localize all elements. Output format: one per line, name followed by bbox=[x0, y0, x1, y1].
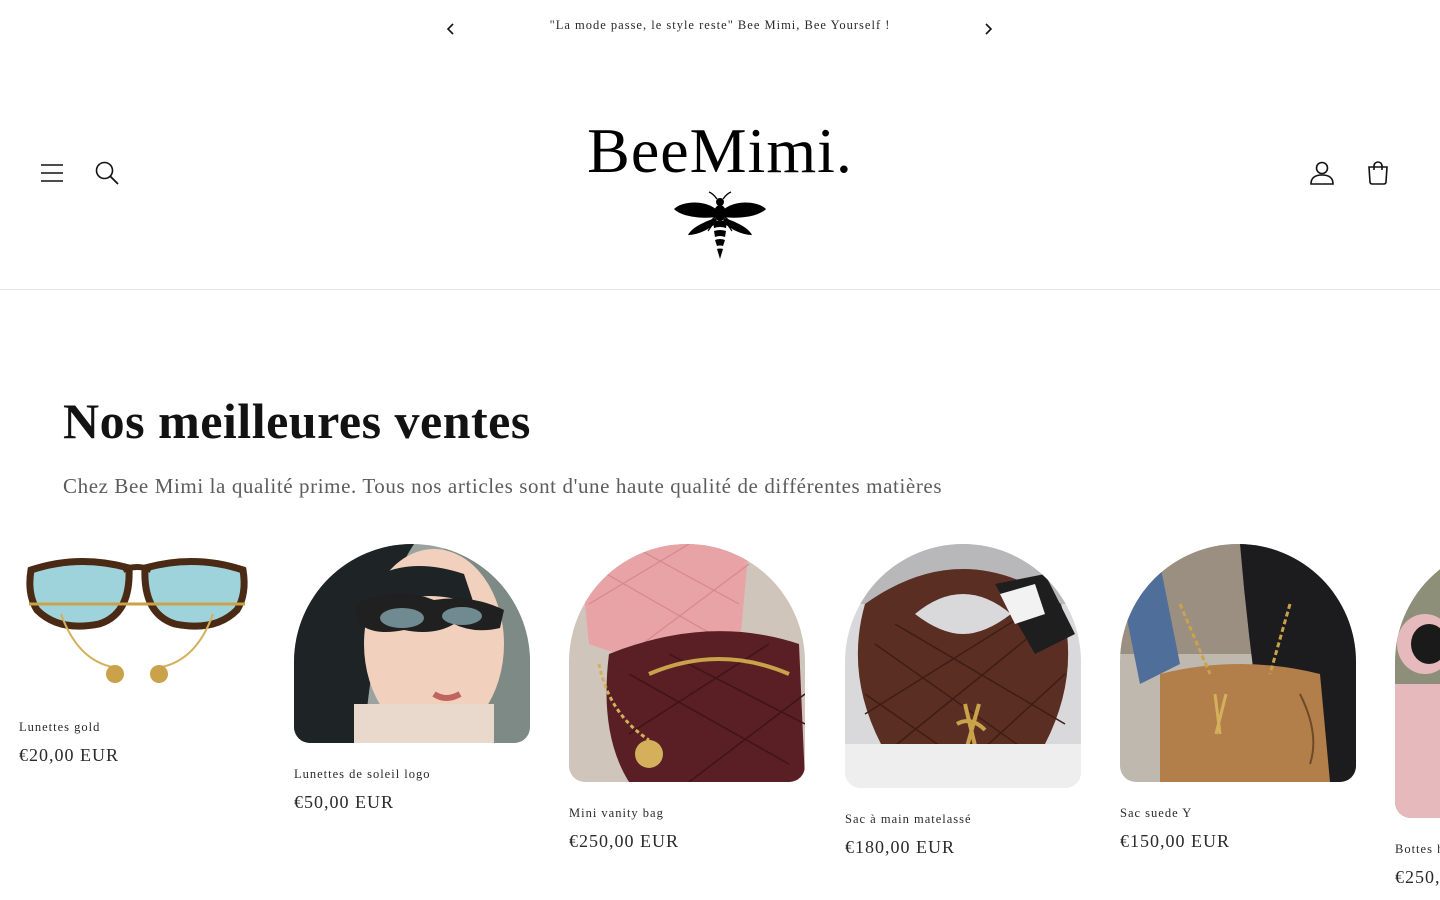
product-name[interactable]: Sac suede Y bbox=[1120, 806, 1356, 821]
product-card[interactable]: Mini vanity bag €250,00 EUR bbox=[569, 544, 805, 852]
product-price: €20,00 EUR bbox=[19, 745, 119, 765]
product-image[interactable] bbox=[294, 544, 530, 743]
product-name[interactable]: Lunettes gold bbox=[19, 720, 255, 735]
user-icon bbox=[1310, 161, 1334, 185]
hamburger-menu-icon bbox=[41, 164, 63, 182]
previous-announcement-button[interactable] bbox=[440, 18, 462, 40]
vanity-bag-image bbox=[569, 544, 805, 782]
announcement-bar: "La mode passe, le style reste" Bee Mimi… bbox=[0, 0, 1440, 58]
product-image[interactable] bbox=[1395, 544, 1440, 818]
section-title: Nos meilleures ventes bbox=[63, 393, 531, 449]
site-header: BeeMimi. bbox=[0, 58, 1440, 290]
boots-image bbox=[1395, 544, 1440, 818]
menu-button[interactable] bbox=[32, 153, 72, 193]
product-card[interactable]: Sac suede Y €150,00 EUR bbox=[1120, 544, 1356, 852]
product-name[interactable]: Sac à main matelassé bbox=[845, 812, 1081, 827]
product-card[interactable]: Sac à main matelassé €180,00 EUR bbox=[845, 544, 1081, 858]
product-price: €50,00 EUR bbox=[294, 792, 394, 812]
product-name[interactable]: Lunettes de soleil logo bbox=[294, 767, 530, 782]
quilted-hobo-bag-image bbox=[845, 544, 1081, 788]
search-icon bbox=[95, 161, 119, 185]
search-button[interactable] bbox=[87, 153, 127, 193]
product-card[interactable]: Lunettes gold €20,00 EUR bbox=[19, 544, 255, 766]
chevron-right-icon bbox=[985, 23, 993, 35]
product-image[interactable] bbox=[1120, 544, 1356, 782]
product-image[interactable] bbox=[19, 544, 255, 696]
bee-icon bbox=[674, 191, 766, 259]
product-card[interactable]: Lunettes de soleil logo €50,00 EUR bbox=[294, 544, 530, 813]
product-price: €250, bbox=[1395, 867, 1440, 887]
woman-sunglasses-image bbox=[294, 544, 530, 743]
announcement-text: "La mode passe, le style reste" Bee Mimi… bbox=[549, 18, 891, 32]
product-price: €150,00 EUR bbox=[1120, 831, 1230, 851]
suede-bucket-bag-image bbox=[1120, 544, 1356, 782]
brand-logo[interactable]: BeeMimi. bbox=[580, 113, 860, 263]
product-price: €250,00 EUR bbox=[569, 831, 679, 851]
product-price: €180,00 EUR bbox=[845, 837, 955, 857]
product-image[interactable] bbox=[845, 544, 1081, 788]
chevron-left-icon bbox=[446, 23, 454, 35]
product-card[interactable]: Bottes h €250, bbox=[1395, 544, 1440, 888]
section-subtitle: Chez Bee Mimi la qualité prime. Tous nos… bbox=[63, 474, 943, 498]
product-image[interactable] bbox=[569, 544, 805, 782]
cart-button[interactable] bbox=[1358, 153, 1398, 193]
product-name[interactable]: Mini vanity bag bbox=[569, 806, 805, 821]
account-button[interactable] bbox=[1302, 153, 1342, 193]
product-name[interactable]: Bottes h bbox=[1395, 842, 1440, 857]
next-announcement-button[interactable] bbox=[977, 18, 999, 40]
logo-wordmark: BeeMimi. bbox=[587, 115, 853, 186]
aviator-glasses-image bbox=[19, 544, 255, 696]
shopping-bag-icon bbox=[1368, 161, 1388, 185]
